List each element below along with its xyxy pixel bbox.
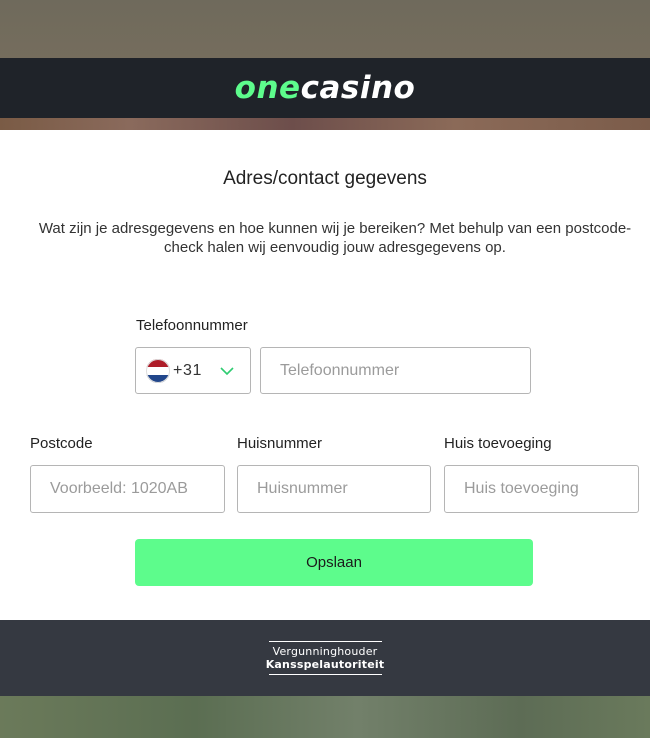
logo-casino: casino — [300, 69, 416, 106]
postcode-field — [30, 465, 225, 513]
site-header: onecasino — [0, 58, 650, 118]
house-number-label: Huisnummer — [237, 435, 323, 452]
regulator-name: Kansspelautoriteit — [265, 658, 385, 671]
background-photo-band — [0, 118, 650, 130]
country-code-select[interactable]: +31 — [135, 347, 251, 394]
country-dial-code: +31 — [173, 361, 202, 379]
house-addition-input[interactable] — [445, 466, 638, 512]
badge-top-rule — [268, 641, 382, 642]
house-addition-label: Huis toevoeging — [444, 435, 552, 452]
logo-one: one — [234, 69, 301, 106]
phone-label: Telefoonnummer — [136, 317, 248, 334]
address-contact-form: Adres/contact gegevens Wat zijn je adres… — [0, 130, 650, 620]
phone-input[interactable] — [261, 348, 530, 393]
house-number-field — [237, 465, 431, 513]
onecasino-logo[interactable]: onecasino — [234, 69, 416, 106]
netherlands-flag-icon — [146, 358, 170, 383]
save-button[interactable]: Opslaan — [135, 539, 533, 586]
house-number-input[interactable] — [238, 466, 430, 512]
license-holder-text: Vergunninghouder — [272, 645, 378, 658]
site-footer: Vergunninghouder Kansspelautoriteit — [0, 620, 650, 696]
house-addition-field — [444, 465, 639, 513]
background-photo-bottom — [0, 696, 650, 738]
badge-bottom-rule — [268, 674, 382, 675]
postcode-input[interactable] — [31, 466, 224, 512]
postcode-label: Postcode — [30, 435, 93, 452]
phone-field — [260, 347, 531, 394]
background-photo-top — [0, 0, 650, 58]
ksa-license-badge[interactable]: Vergunninghouder Kansspelautoriteit — [266, 641, 385, 675]
form-title: Adres/contact gegevens — [223, 168, 427, 189]
form-description: Wat zijn je adresgegevens en hoe kunnen … — [38, 220, 632, 256]
chevron-down-icon — [220, 367, 234, 376]
